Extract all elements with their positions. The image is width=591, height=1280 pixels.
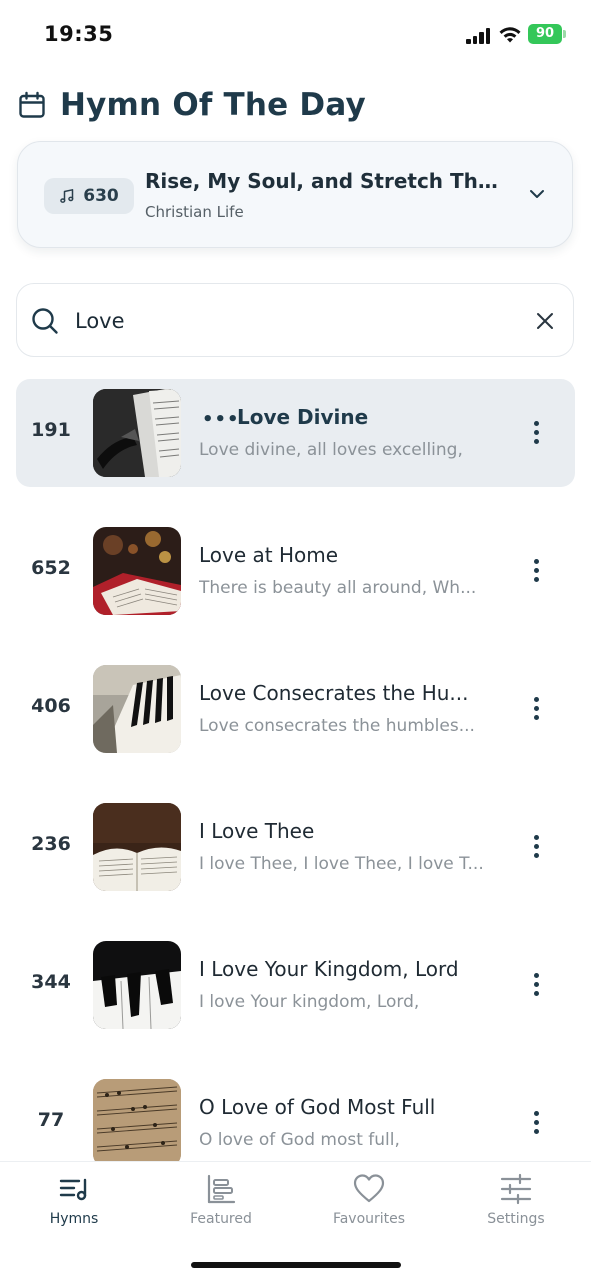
list-item[interactable]: 652 Love at Home There is beauty all aro… xyxy=(16,517,575,625)
hymn-first-line: I love Your kingdom, Lord, xyxy=(199,992,420,1012)
list-item[interactable]: 191 ••• Love Divine Love divine, all lov… xyxy=(16,379,575,487)
hymn-title: O Love of God Most Full xyxy=(199,1095,436,1119)
more-options-icon[interactable] xyxy=(526,1109,546,1137)
wifi-icon xyxy=(499,27,521,43)
page-title: Hymn Of The Day xyxy=(60,87,366,123)
hymn-of-the-day-card[interactable]: 630 Rise, My Soul, and Stretch Thy... Ch… xyxy=(17,141,573,248)
hymn-first-line: O love of God most full, xyxy=(199,1130,400,1150)
hymn-title: Love Divine xyxy=(237,405,369,429)
tab-label: Featured xyxy=(190,1211,252,1227)
hymn-thumbnail xyxy=(93,941,181,1029)
hymn-thumbnail xyxy=(93,665,181,753)
hymn-of-the-day-number: 630 xyxy=(83,186,119,206)
hymn-thumbnail xyxy=(93,1079,181,1161)
more-options-icon[interactable] xyxy=(526,971,546,999)
hymn-title: Love at Home xyxy=(199,543,339,567)
hymn-number: 406 xyxy=(31,695,71,717)
hymn-first-line: Love consecrates the humbles... xyxy=(199,716,475,736)
hymn-first-line: Love divine, all loves excelling, xyxy=(199,440,463,460)
music-note-icon xyxy=(60,189,74,203)
calendar-icon xyxy=(19,91,45,118)
hymn-thumbnail xyxy=(93,803,181,891)
hymn-thumbnail xyxy=(93,389,181,477)
search-input[interactable] xyxy=(75,304,505,338)
hymn-number: 77 xyxy=(37,1109,65,1131)
hymn-number: 191 xyxy=(31,419,71,441)
tab-settings[interactable]: Settings xyxy=(456,1172,576,1232)
search-bar xyxy=(16,283,574,357)
tab-hymns[interactable]: Hymns xyxy=(14,1172,134,1232)
tab-label: Settings xyxy=(487,1211,545,1227)
hymn-title: Love Consecrates the Hu... xyxy=(199,681,469,705)
hymn-number: 344 xyxy=(31,971,71,993)
chevron-down-icon[interactable] xyxy=(528,187,546,201)
close-icon[interactable] xyxy=(536,312,554,330)
cellular-signal-icon xyxy=(466,28,492,44)
page-header: Hymn Of The Day xyxy=(18,82,366,128)
more-options-icon[interactable] xyxy=(526,557,546,585)
hymn-thumbnail xyxy=(93,527,181,615)
sliders-icon xyxy=(500,1173,532,1205)
list-item[interactable]: 344 I Love Your Kingdom, Lord I love You… xyxy=(16,931,575,1039)
battery-indicator: 90 xyxy=(528,24,562,44)
list-item[interactable]: 406 Love Consecrates the Hu... Love cons… xyxy=(16,655,575,763)
tab-label: Favourites xyxy=(332,1211,406,1227)
hymn-number: 236 xyxy=(31,833,71,855)
tab-label: Hymns xyxy=(49,1211,99,1227)
app-screen: 19:35 90 Hymn Of The Day 630 Rise, My So… xyxy=(0,0,591,1280)
hymn-title: I Love Your Kingdom, Lord xyxy=(199,957,459,981)
hymn-number-badge: 630 xyxy=(44,178,134,214)
hymn-list: 191 ••• Love Divine Love divine, all lov… xyxy=(0,379,591,1161)
hymn-number: 652 xyxy=(31,557,71,579)
hymn-of-the-day-category: Christian Life xyxy=(145,203,244,221)
battery-level: 90 xyxy=(535,26,555,41)
search-icon xyxy=(32,308,58,334)
more-options-icon[interactable] xyxy=(526,695,546,723)
featured-icon xyxy=(207,1174,236,1204)
tab-featured[interactable]: Featured xyxy=(161,1172,281,1232)
hymns-list-icon xyxy=(59,1178,87,1201)
hymn-first-line: I love Thee, I love Thee, I love T... xyxy=(199,854,484,874)
list-item[interactable]: 77 O Love of God Most Full O love of God… xyxy=(16,1069,575,1161)
status-bar: 19:35 90 xyxy=(0,0,591,70)
hymn-first-line: There is beauty all around, Wh... xyxy=(199,578,477,598)
more-options-icon[interactable] xyxy=(526,833,546,861)
hymn-title: I Love Thee xyxy=(199,819,315,843)
tab-favourites[interactable]: Favourites xyxy=(309,1172,429,1232)
status-time: 19:35 xyxy=(44,22,114,46)
more-options-icon[interactable] xyxy=(526,419,546,447)
home-indicator xyxy=(191,1262,401,1268)
battery-tip xyxy=(563,30,566,38)
playing-indicator: ••• xyxy=(202,409,240,430)
list-item[interactable]: 236 I Love Thee I love Thee, I love Thee… xyxy=(16,793,575,901)
heart-icon xyxy=(353,1174,385,1203)
hymn-of-the-day-title: Rise, My Soul, and Stretch Thy... xyxy=(145,169,505,193)
